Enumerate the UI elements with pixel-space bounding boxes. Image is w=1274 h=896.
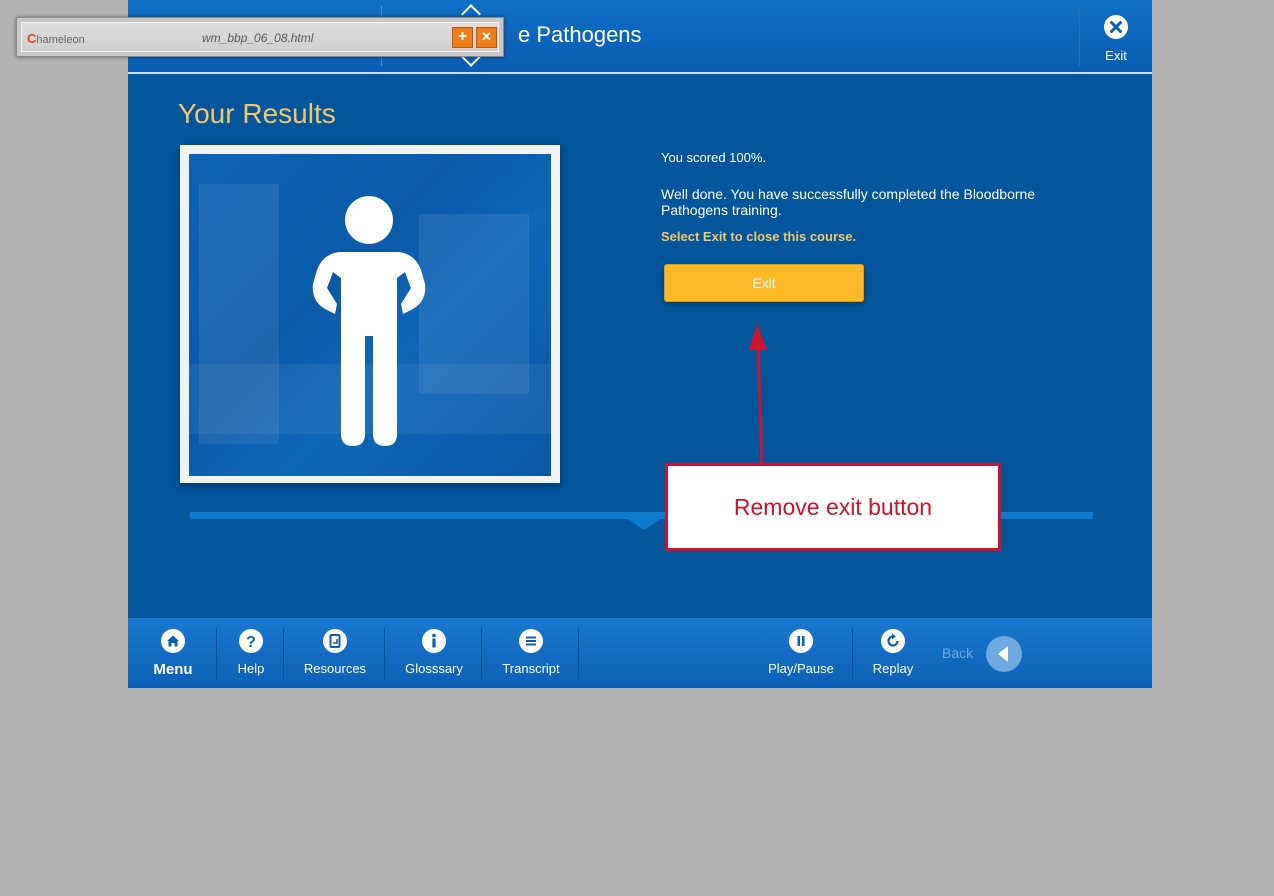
chameleon-toolbar: Chameleon wm_bbp_06_08.html + ✕ xyxy=(16,17,504,57)
course-window: e Pathogens Exit Your Results You scored… xyxy=(128,0,1152,688)
transcript-label: Transcript xyxy=(502,661,560,676)
home-icon xyxy=(161,629,185,653)
transcript-button[interactable]: Transcript xyxy=(498,629,564,676)
pause-icon xyxy=(789,629,813,653)
annotation-arrow xyxy=(749,324,767,469)
svg-text:?: ? xyxy=(246,634,256,651)
footer-divider xyxy=(481,628,482,680)
person-icon xyxy=(312,196,426,446)
replay-button[interactable]: Replay xyxy=(870,629,916,676)
chameleon-filename: wm_bbp_06_08.html xyxy=(202,31,314,45)
resources-button[interactable]: Resources xyxy=(300,629,370,676)
exit-instruction: Select Exit to close this course. xyxy=(661,229,857,244)
back-arrow-icon xyxy=(998,646,1008,662)
chameleon-logo-text: hameleon xyxy=(36,34,85,46)
close-circle-icon xyxy=(1104,15,1128,39)
menu-label: Menu xyxy=(153,661,193,678)
glossary-label: Glosssary xyxy=(405,661,463,676)
results-illustration xyxy=(189,154,551,476)
glossary-button[interactable]: Glosssary xyxy=(400,629,468,676)
footer-divider xyxy=(578,628,579,680)
footer-divider xyxy=(852,628,853,680)
replay-icon xyxy=(881,629,905,653)
play-pause-label: Play/Pause xyxy=(768,661,834,676)
chameleon-toolbar-inner: Chameleon wm_bbp_06_08.html + ✕ xyxy=(21,22,499,52)
header-exit-button[interactable]: Exit xyxy=(1092,14,1140,64)
course-title: e Pathogens xyxy=(518,22,642,47)
back-button[interactable] xyxy=(986,636,1022,672)
annotation-callout: Remove exit button xyxy=(665,463,1001,551)
chameleon-logo: Chameleon xyxy=(27,31,85,46)
progress-marker xyxy=(626,518,662,530)
completion-message: Well done. You have successfully complet… xyxy=(661,186,1036,218)
score-text: You scored 100%. xyxy=(661,150,767,165)
course-footer: Menu ? Help Resources Glosssary Transcri… xyxy=(128,618,1152,688)
results-image-frame xyxy=(180,145,560,483)
footer-divider xyxy=(216,628,217,680)
page-title: Your Results xyxy=(178,98,336,129)
add-icon[interactable]: + xyxy=(452,27,473,48)
resources-label: Resources xyxy=(303,661,367,676)
replay-label: Replay xyxy=(872,661,914,676)
footer-divider xyxy=(384,628,385,680)
help-icon: ? xyxy=(239,629,263,653)
play-pause-button[interactable]: Play/Pause xyxy=(766,629,836,676)
header-exit-label: Exit xyxy=(1105,48,1127,63)
header-divider xyxy=(1079,6,1080,66)
close-icon[interactable]: ✕ xyxy=(476,27,497,48)
menu-button[interactable]: Menu xyxy=(150,629,196,678)
help-button[interactable]: ? Help xyxy=(230,629,272,676)
exit-course-button[interactable]: Exit xyxy=(664,264,864,302)
footer-divider xyxy=(283,628,284,680)
transcript-icon xyxy=(519,629,543,653)
info-icon xyxy=(422,629,446,653)
chameleon-logo-letter: C xyxy=(27,31,37,46)
help-label: Help xyxy=(237,661,265,676)
back-label: Back xyxy=(942,645,974,661)
resources-icon xyxy=(323,629,347,653)
